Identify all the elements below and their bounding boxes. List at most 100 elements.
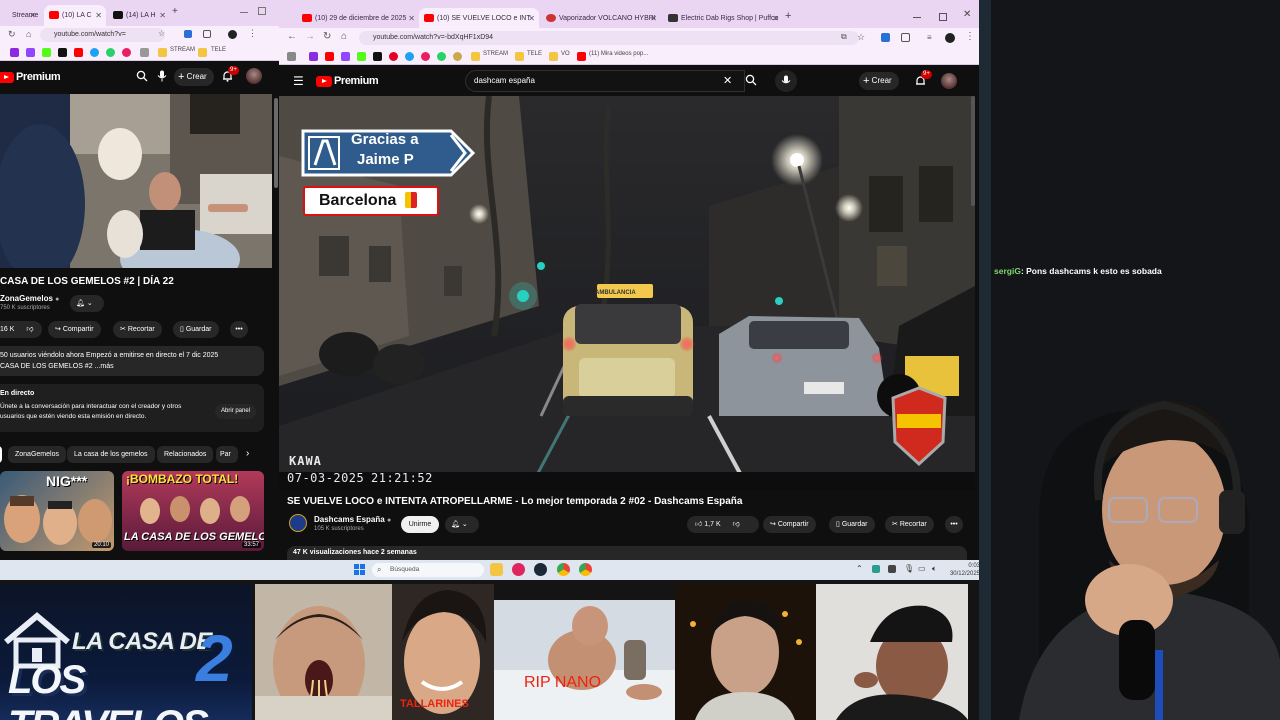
search-button[interactable] — [745, 74, 757, 86]
dislike-icon[interactable]: 👎︎ — [733, 521, 740, 528]
open-panel-button[interactable]: Abrir panel — [215, 404, 257, 419]
join-button[interactable]: Unirme — [401, 516, 439, 533]
bookmark-pink-icon[interactable] — [122, 48, 131, 57]
chrome-icon[interactable] — [557, 563, 570, 576]
bookmark-gold-icon[interactable] — [453, 52, 462, 61]
left-video-player[interactable] — [0, 94, 272, 268]
extensions-puzzle-icon[interactable] — [901, 33, 910, 42]
subscribed-bell-button[interactable]: 🔔︎ ⌄ — [70, 295, 104, 312]
bookmark-vo-folder[interactable]: VO — [561, 51, 570, 57]
extension-icon[interactable] — [184, 30, 192, 38]
related-video-thumb-1[interactable]: NIG*** 20:10 — [0, 471, 114, 551]
right-clip-button[interactable]: ✂ Recortar — [885, 516, 934, 533]
left-like-button[interactable]: 16 K 👎︎ — [0, 321, 42, 338]
account-avatar[interactable] — [941, 73, 957, 89]
left-scrollbar-thumb[interactable] — [274, 98, 278, 188]
create-button[interactable]: + Crear — [174, 68, 214, 86]
right-channel-name[interactable]: Dashcams España ● — [314, 515, 391, 524]
right-tab-puffco[interactable]: Electric Dab Rigs Shop | Puffco ✕ — [663, 8, 783, 29]
youtube-premium-logo[interactable]: Premium — [0, 71, 61, 83]
extension-icon[interactable] — [881, 33, 890, 42]
bookmark-twitch-icon[interactable] — [309, 52, 318, 61]
bookmark-stream-folder[interactable]: STREAM — [170, 47, 195, 53]
microphone-icon[interactable]: 🎙︎ — [904, 564, 914, 573]
subscribed-bell-button[interactable]: 🔔︎ ⌄ — [445, 516, 479, 533]
bookmark-purple-icon[interactable] — [26, 48, 35, 57]
bookmark-kick-icon[interactable] — [42, 48, 51, 57]
close-tab-icon[interactable]: ✕ — [95, 5, 102, 26]
left-tab-la-h[interactable]: (14) LA H ✕ — [108, 5, 170, 26]
hamburger-menu-icon[interactable]: ☰ — [293, 74, 304, 88]
account-avatar[interactable] — [246, 68, 262, 84]
bookmark-misc-icon[interactable] — [140, 48, 149, 57]
profile-icon[interactable] — [228, 30, 237, 39]
tray-chevron-icon[interactable]: ⌃ — [856, 564, 863, 573]
windows-start-icon[interactable] — [354, 564, 365, 575]
bookmark-whatsapp-icon[interactable] — [437, 52, 446, 61]
volume-icon[interactable]: 🔈︎ — [932, 564, 937, 574]
forward-arrow-icon[interactable]: → — [305, 31, 315, 42]
home-icon[interactable]: ⌂ — [26, 29, 31, 39]
network-icon[interactable]: ▭ — [918, 564, 926, 573]
reload-icon[interactable]: ↻ — [323, 31, 331, 42]
channel-avatar[interactable] — [289, 514, 307, 532]
right-share-button[interactable]: ↪ Compartir — [763, 516, 816, 533]
bookmark-tiktok-icon[interactable] — [373, 52, 382, 61]
bookmark-mira-videos[interactable]: (11) Mira videos pop... — [589, 51, 648, 57]
file-explorer-icon[interactable] — [490, 563, 503, 576]
left-tab-streame[interactable]: Streame ✕ — [0, 5, 40, 26]
dislike-icon[interactable]: 👎︎ — [26, 326, 33, 333]
tray-app-icon[interactable] — [888, 565, 896, 573]
bookmark-kick-icon[interactable] — [357, 52, 366, 61]
left-tab-la-casa[interactable]: (10) LA C ✕ — [44, 5, 106, 26]
related-video-thumb-2[interactable]: ¡BOMBAZO TOTAL! LA CASA DE LOS GEMELOS 3… — [122, 471, 264, 551]
close-tab-icon[interactable]: ✕ — [772, 8, 779, 29]
steam-icon[interactable] — [534, 563, 547, 576]
create-button[interactable]: + Crear — [859, 72, 899, 90]
left-clip-button[interactable]: ✂ Recortar — [113, 321, 162, 338]
new-tab-button[interactable]: + — [172, 6, 178, 17]
kebab-menu-icon[interactable]: ⋮ — [248, 28, 257, 39]
right-save-button[interactable]: ▯ Guardar — [829, 516, 875, 533]
bookmark-tele-folder[interactable]: TELE — [527, 51, 542, 57]
bookmark-youtube-icon[interactable] — [325, 52, 334, 61]
bookmark-chrome-icon[interactable] — [90, 48, 99, 57]
chevron-right-icon[interactable]: › — [246, 448, 249, 459]
bookmark-pink-icon[interactable] — [421, 52, 430, 61]
chip-zonagemelos[interactable]: ZonaGemelos — [8, 446, 66, 463]
maximize-button[interactable] — [258, 7, 266, 15]
obs-icon[interactable] — [512, 563, 525, 576]
left-save-button[interactable]: ▯ Guardar — [173, 321, 219, 338]
profile-icon[interactable] — [945, 33, 955, 43]
bookmark-youtube-icon[interactable] — [74, 48, 83, 57]
more-actions-button[interactable]: ••• — [230, 321, 248, 338]
maximize-button[interactable] — [939, 13, 947, 21]
more-actions-button[interactable]: ••• — [945, 516, 963, 533]
cast-icon[interactable]: ≡ — [927, 33, 932, 42]
chrome-icon[interactable] — [579, 563, 592, 576]
bookmark-blue-icon[interactable] — [405, 52, 414, 61]
chip-la-casa[interactable]: La casa de los gemelos — [67, 446, 155, 463]
bookmark-stream-folder[interactable]: STREAM — [483, 51, 508, 57]
bookmark-whatsapp-icon[interactable] — [106, 48, 115, 57]
chip-partial[interactable]: Par — [216, 446, 238, 463]
microphone-icon[interactable] — [157, 70, 167, 82]
left-channel-name[interactable]: ZonaGemelos ● — [0, 294, 59, 303]
chip-relacionados[interactable]: Relacionados — [157, 446, 214, 463]
bookmark-red-icon[interactable] — [389, 52, 398, 61]
taskbar-search-box[interactable]: ⌕ Búsqueda — [372, 563, 484, 577]
minimize-button[interactable] — [240, 12, 248, 13]
new-tab-button[interactable]: + — [785, 10, 791, 22]
install-icon[interactable]: ⧉ — [841, 32, 847, 42]
dashcam-video-player[interactable]: Gracias a Jaime P Barcelona KAWA 07-03-2… — [279, 96, 975, 490]
right-tab-volcano[interactable]: Vaporizador VOLCANO HYBRI ✕ — [541, 8, 661, 29]
right-address-bar[interactable]: youtube.com/watch?v=-bdXqHF1xD94 — [359, 31, 859, 45]
back-arrow-icon[interactable]: ← — [287, 31, 297, 42]
close-tab-icon[interactable]: ✕ — [528, 8, 535, 29]
close-tab-icon[interactable]: ✕ — [408, 8, 415, 29]
youtube-premium-logo[interactable]: Premium — [316, 75, 379, 87]
chip-all[interactable] — [0, 446, 2, 463]
clear-search-icon[interactable]: ✕ — [723, 74, 732, 87]
right-tab-diciembre[interactable]: (10) 29 de diciembre de 2025 ✕ — [297, 8, 419, 29]
left-share-button[interactable]: ↪ Compartir — [48, 321, 101, 338]
